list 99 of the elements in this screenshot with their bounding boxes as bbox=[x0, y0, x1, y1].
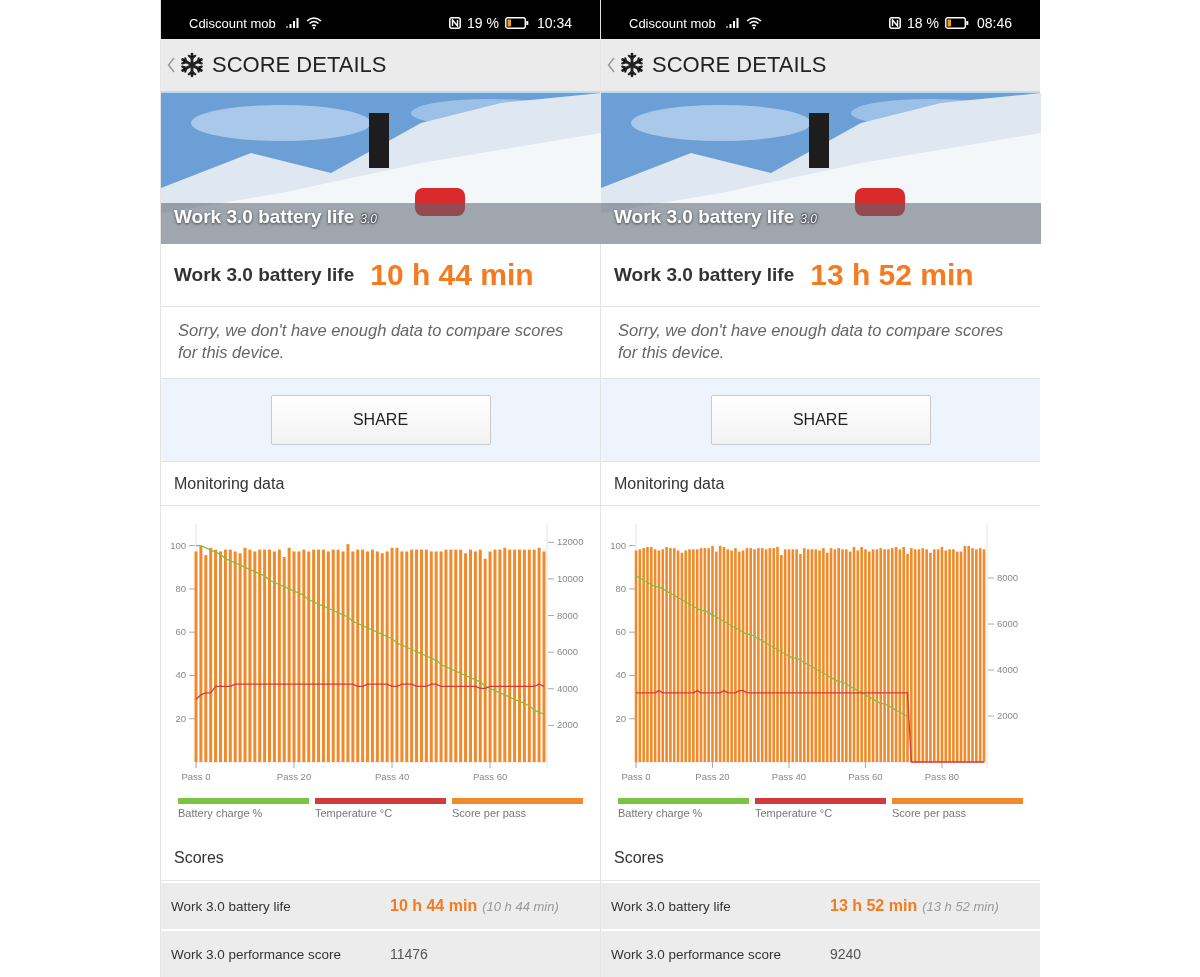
y-tick-label: 100 bbox=[170, 539, 186, 551]
y-axis-tick: 6000 bbox=[987, 618, 1019, 630]
x-axis-label: Pass 40 bbox=[771, 771, 807, 782]
y-tick-label: 40 bbox=[175, 669, 186, 681]
carrier-name: Cdiscount mob bbox=[189, 15, 276, 31]
y2-tick-label: 6000 bbox=[557, 646, 579, 658]
back-chevron-icon[interactable] bbox=[607, 56, 615, 73]
result-value: 13 h 52 min bbox=[810, 257, 974, 292]
clock-time: 10:34 bbox=[536, 15, 572, 32]
x-axis-label: Pass 80 bbox=[924, 771, 960, 782]
x-axis-label: Pass 20 bbox=[695, 771, 730, 782]
carrier-name: Cdiscount mob bbox=[629, 15, 716, 31]
nfc-icon bbox=[889, 17, 902, 30]
test-title: Work 3.0 battery life bbox=[614, 205, 795, 228]
score-value: 13 h 52 min bbox=[830, 897, 918, 915]
test-title: Work 3.0 battery life bbox=[174, 205, 355, 228]
y-tick-label: 60 bbox=[175, 626, 186, 638]
battery-icon bbox=[504, 17, 529, 30]
score-label: Work 3.0 performance score bbox=[611, 946, 783, 962]
y-axis-tick: 2000 bbox=[547, 719, 579, 731]
share-button[interactable]: SHARE bbox=[270, 395, 491, 446]
score-label: Work 3.0 battery life bbox=[171, 898, 292, 914]
y-axis-tick: 100 bbox=[170, 539, 196, 551]
x-axis-label: Pass 0 bbox=[181, 771, 211, 782]
wifi-icon bbox=[745, 17, 762, 30]
y-axis-tick: 4000 bbox=[987, 664, 1019, 675]
y2-tick-label: 8000 bbox=[997, 572, 1019, 584]
y-axis-tick: 8000 bbox=[547, 609, 579, 621]
result-value: 10 h 44 min bbox=[370, 257, 534, 292]
snowflake-icon bbox=[619, 51, 645, 78]
version-label: 3.0 bbox=[360, 211, 377, 226]
y-axis-tick: 6000 bbox=[547, 646, 579, 658]
y-tick-label: 80 bbox=[175, 582, 186, 594]
back-chevron-icon[interactable] bbox=[167, 56, 175, 73]
y-axis-tick: 8000 bbox=[987, 572, 1019, 584]
result-label: Work 3.0 battery life bbox=[614, 263, 795, 286]
y-axis-tick: 40 bbox=[175, 669, 196, 681]
score-value: 9240 bbox=[830, 946, 862, 962]
page-title: SCORE DETAILS bbox=[212, 51, 387, 78]
x-axis-label: Pass 60 bbox=[848, 771, 883, 782]
y-axis-tick: 80 bbox=[175, 582, 196, 594]
y2-tick-label: 4000 bbox=[557, 682, 579, 694]
page-title: SCORE DETAILS bbox=[652, 51, 827, 78]
section-heading: Scores bbox=[601, 836, 1040, 881]
y-tick-label: 100 bbox=[610, 539, 626, 551]
legend-label: Score per pass bbox=[892, 807, 967, 819]
y-axis-tick: 40 bbox=[615, 669, 636, 681]
y2-tick-label: 10000 bbox=[557, 572, 584, 584]
snowflake-icon bbox=[179, 51, 205, 78]
y-tick-label: 80 bbox=[615, 582, 626, 594]
y2-tick-label: 2000 bbox=[997, 710, 1019, 722]
nfc-icon bbox=[449, 17, 462, 30]
y2-tick-label: 2000 bbox=[557, 719, 579, 731]
y2-tick-label: 6000 bbox=[997, 618, 1019, 630]
y2-tick-label: 4000 bbox=[997, 664, 1019, 676]
y-axis-tick: 100 bbox=[610, 539, 636, 551]
clock-time: 08:46 bbox=[976, 15, 1012, 32]
score-label: Work 3.0 battery life bbox=[611, 898, 732, 914]
score-detail: (13 h 52 min) bbox=[922, 898, 999, 914]
battery-icon bbox=[944, 17, 969, 30]
legend-label: Temperature °C bbox=[315, 807, 394, 819]
legend-label: Battery charge % bbox=[178, 807, 264, 819]
x-axis-label: Pass 0 bbox=[621, 771, 651, 782]
version-label: 3.0 bbox=[800, 211, 817, 226]
battery-percent: 19 % bbox=[467, 15, 499, 32]
share-button[interactable]: SHARE bbox=[710, 395, 931, 446]
y2-tick-label: 12000 bbox=[557, 536, 584, 548]
y-tick-label: 20 bbox=[615, 712, 626, 724]
y-tick-label: 20 bbox=[175, 712, 186, 724]
result-label: Work 3.0 battery life bbox=[174, 263, 355, 286]
y2-tick-label: 8000 bbox=[557, 609, 579, 621]
y-axis-tick: 20 bbox=[615, 712, 636, 724]
score-detail: (10 h 44 min) bbox=[482, 898, 559, 914]
signal-icon bbox=[285, 18, 300, 29]
score-label: Work 3.0 performance score bbox=[171, 946, 343, 962]
legend-label: Temperature °C bbox=[755, 807, 834, 819]
wifi-icon bbox=[305, 17, 322, 30]
section-heading: Monitoring data bbox=[601, 461, 1040, 506]
y-axis-tick: 10000 bbox=[547, 572, 584, 584]
section-heading: Scores bbox=[161, 836, 600, 881]
x-axis-label: Pass 20 bbox=[276, 771, 312, 782]
legend-label: Battery charge % bbox=[618, 807, 704, 819]
y-axis-tick: 2000 bbox=[987, 710, 1019, 721]
score-value: 11476 bbox=[390, 946, 428, 962]
section-heading: Monitoring data bbox=[161, 461, 600, 506]
y-axis-tick: 12000 bbox=[547, 536, 584, 548]
y-axis-tick: 20 bbox=[175, 712, 196, 724]
signal-icon bbox=[725, 18, 740, 29]
y-axis-tick: 80 bbox=[615, 582, 636, 594]
x-axis-label: Pass 60 bbox=[472, 771, 508, 782]
y-axis-tick: 60 bbox=[175, 626, 196, 638]
x-axis-label: Pass 40 bbox=[374, 771, 410, 782]
y-tick-label: 40 bbox=[615, 669, 626, 681]
battery-percent: 18 % bbox=[907, 15, 939, 32]
y-tick-label: 60 bbox=[615, 626, 626, 638]
y-axis-tick: 4000 bbox=[547, 682, 579, 694]
legend-label: Score per pass bbox=[452, 807, 527, 819]
score-value: 10 h 44 min bbox=[390, 897, 478, 915]
y-axis-tick: 60 bbox=[615, 626, 636, 638]
